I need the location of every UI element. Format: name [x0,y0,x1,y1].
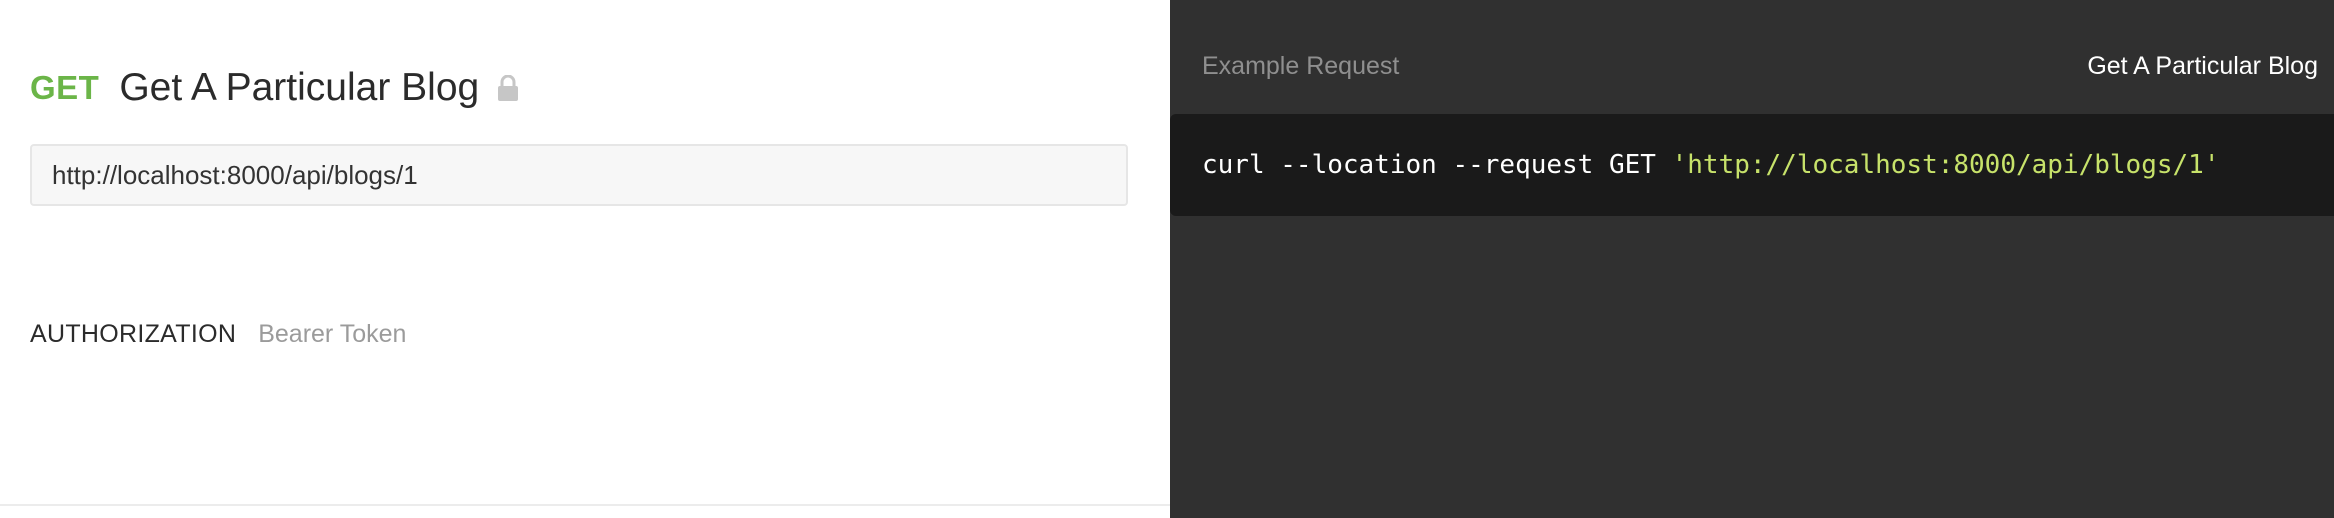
example-request-name[interactable]: Get A Particular Blog [2087,52,2318,81]
example-header: Example Request Get A Particular Blog [1202,46,2318,86]
request-title-row: GET Get A Particular Blog [30,62,519,114]
code-url-string: 'http://localhost:8000/api/blogs/1' [1671,150,2220,180]
method-badge: GET [30,69,100,106]
code-command: curl --location --request GET [1202,150,1672,180]
section-divider [0,504,1170,506]
request-panel: GET Get A Particular Blog http://localho… [0,0,1170,518]
example-request-label: Example Request [1202,51,1400,80]
authorization-type: Bearer Token [258,319,407,348]
request-url-field[interactable]: http://localhost:8000/api/blogs/1 [30,144,1128,206]
authorization-label: AUTHORIZATION [30,319,237,348]
example-panel: Example Request Get A Particular Blog cu… [1170,0,2334,518]
request-title: Get A Particular Blog [119,66,480,109]
lock-icon [497,75,519,101]
api-doc-view: GET Get A Particular Blog http://localho… [0,0,2334,518]
authorization-row: AUTHORIZATION Bearer Token [30,314,406,354]
curl-code-block[interactable]: curl --location --request GET 'http://lo… [1170,114,2334,216]
